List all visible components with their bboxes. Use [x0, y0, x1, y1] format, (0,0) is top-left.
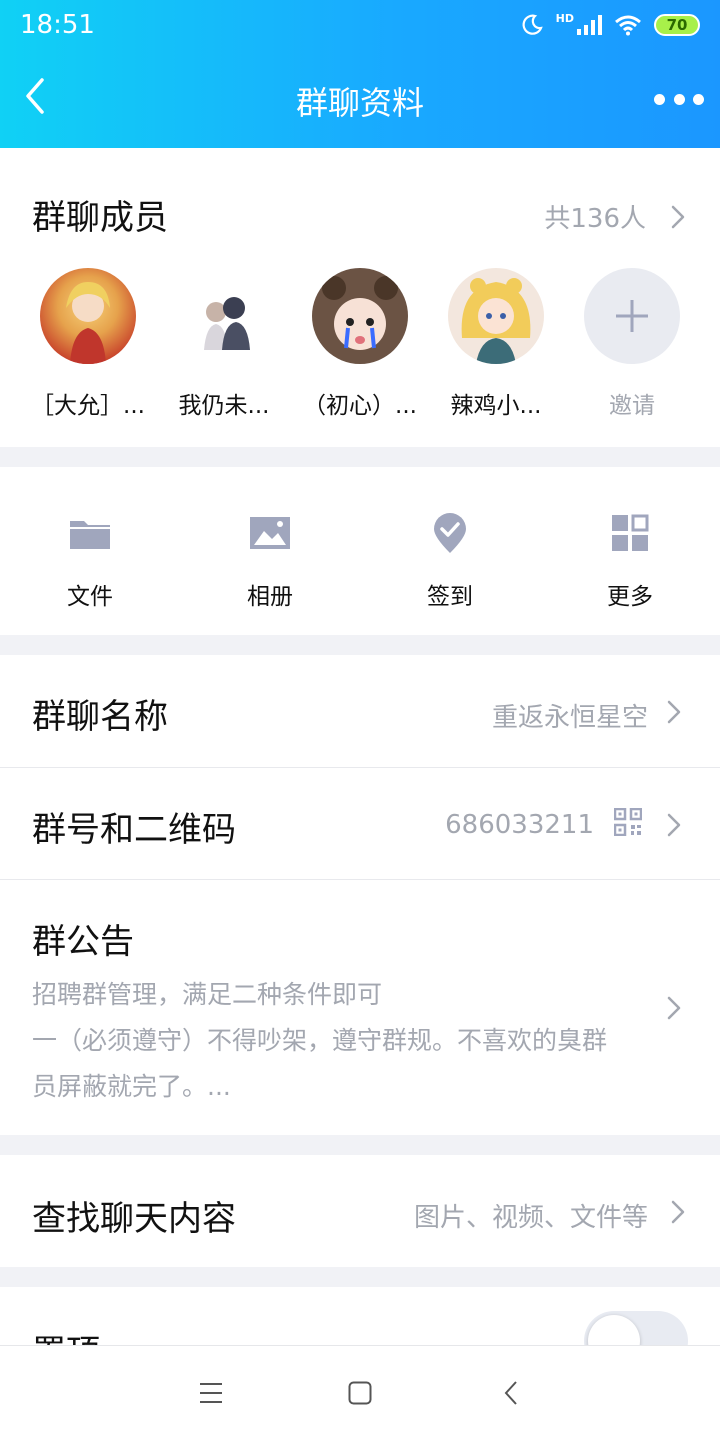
group-info-section: 群聊名称 重返永恒星空 群号和二维码 686033211 群公告 招聘群管理，满… [0, 655, 720, 1135]
bear-hat-avatar-icon [322, 276, 398, 350]
page-title: 群聊资料 [295, 84, 424, 122]
member-avatar[interactable] [312, 268, 408, 364]
member-avatar-row: ［大允］... 我仍未... （初心）... 辣鸡小... 邀请 [0, 268, 720, 420]
notice-line: 一（必须遵守）不得吵架，遵守群规。不喜欢的臭群 [32, 1026, 608, 1055]
grid-icon [612, 514, 649, 551]
photo-icon [250, 517, 290, 549]
invite-button[interactable] [584, 268, 680, 364]
members-title: 群聊成员 [32, 198, 168, 238]
invite-item[interactable]: 邀请 [564, 268, 700, 420]
chevron-right-icon [671, 1200, 685, 1224]
tool-checkin[interactable]: 签到 [360, 511, 540, 611]
battery-level: 70 [666, 16, 688, 34]
check-pin-icon [434, 513, 466, 553]
chevron-right-icon[interactable] [670, 204, 686, 230]
status-icons: HD 70 [520, 10, 700, 40]
tool-label: 签到 [427, 584, 473, 610]
member-item[interactable]: 我仍未... [156, 268, 292, 420]
status-bar: 18:51 HD 70 [0, 0, 720, 50]
folder-icon [70, 521, 110, 549]
group-name-value: 重返永恒星空 [491, 703, 648, 733]
battery-icon: 70 [654, 14, 700, 36]
pin-row: 置顶 [0, 1287, 720, 1347]
toggle-knob [588, 1315, 640, 1347]
back-nav-icon[interactable] [503, 1380, 519, 1406]
notice-line: 员屏蔽就完了。... [32, 1072, 231, 1101]
chevron-right-icon [667, 813, 681, 837]
nav-bar: 群聊资料 [0, 50, 720, 148]
group-id-label: 群号和二维码 [32, 810, 236, 850]
group-name-label: 群聊名称 [32, 697, 168, 737]
tool-album[interactable]: 相册 [180, 511, 360, 611]
qr-code-icon[interactable] [614, 808, 642, 836]
group-id-row[interactable]: 群号和二维码 686033211 [0, 768, 720, 879]
search-chat-value: 图片、视频、文件等 [413, 1203, 648, 1233]
member-name: ［大允］... [31, 393, 145, 419]
tool-files[interactable]: 文件 [0, 511, 180, 611]
chevron-right-icon [667, 700, 681, 724]
member-item[interactable]: 辣鸡小... [428, 268, 564, 420]
member-item[interactable]: （初心）... [292, 268, 428, 420]
tool-label: 文件 [67, 584, 113, 610]
members-count[interactable]: 共136人 [544, 198, 646, 235]
more-dot [693, 93, 704, 105]
anime-girl-avatar-icon [461, 278, 531, 364]
chevron-right-icon [667, 996, 681, 1020]
search-chat-label: 查找聊天内容 [32, 1199, 236, 1239]
tools-section: 文件 相册 签到 更多 [0, 467, 720, 635]
plus-icon [616, 300, 648, 332]
search-chat-row[interactable]: 查找聊天内容 图片、视频、文件等 [0, 1155, 720, 1267]
anime-avatar-icon [66, 282, 110, 364]
wifi-icon [615, 15, 641, 36]
moon-icon [522, 14, 543, 35]
member-avatar[interactable] [448, 268, 544, 364]
signal-icon [577, 15, 602, 35]
invite-label: 邀请 [609, 393, 655, 419]
member-avatar[interactable] [176, 268, 272, 364]
more-dot [673, 93, 685, 105]
pin-label: 置顶 [32, 1325, 100, 1347]
hd-label: HD [555, 11, 574, 25]
member-item[interactable]: ［大允］... [20, 268, 156, 420]
member-name: 我仍未... [178, 393, 270, 419]
pin-toggle[interactable] [584, 1311, 688, 1347]
group-notice-text: 招聘群管理，满足二种条件即可 一（必须遵守）不得吵架，遵守群规。不喜欢的臭群 员… [32, 972, 662, 1110]
tool-label: 相册 [247, 584, 293, 610]
tool-more[interactable]: 更多 [540, 511, 720, 611]
couple-avatar-icon [204, 297, 250, 350]
menu-icon[interactable] [199, 1382, 223, 1404]
member-name: （初心）... [303, 393, 417, 419]
notice-line: 招聘群管理，满足二种条件即可 [32, 980, 383, 1009]
more-dot [654, 93, 665, 105]
group-name-row[interactable]: 群聊名称 重返永恒星空 [0, 655, 720, 767]
member-name: 辣鸡小... [450, 393, 542, 419]
app-header: 18:51 HD 70 群聊资料 [0, 0, 720, 148]
group-notice-label: 群公告 [32, 922, 134, 962]
home-icon[interactable] [348, 1381, 372, 1405]
status-time: 18:51 [20, 10, 95, 40]
member-avatar[interactable] [40, 268, 136, 364]
group-notice-row[interactable]: 群公告 招聘群管理，满足二种条件即可 一（必须遵守）不得吵架，遵守群规。不喜欢的… [0, 880, 720, 1135]
members-section: 群聊成员 共136人 ［大允］... 我仍未... （初心）... 辣鸡小...… [0, 148, 720, 447]
group-id-value: 686033211 [445, 810, 594, 840]
tool-label: 更多 [607, 584, 653, 610]
more-button[interactable] [654, 84, 704, 114]
system-nav-bar [0, 1345, 720, 1440]
